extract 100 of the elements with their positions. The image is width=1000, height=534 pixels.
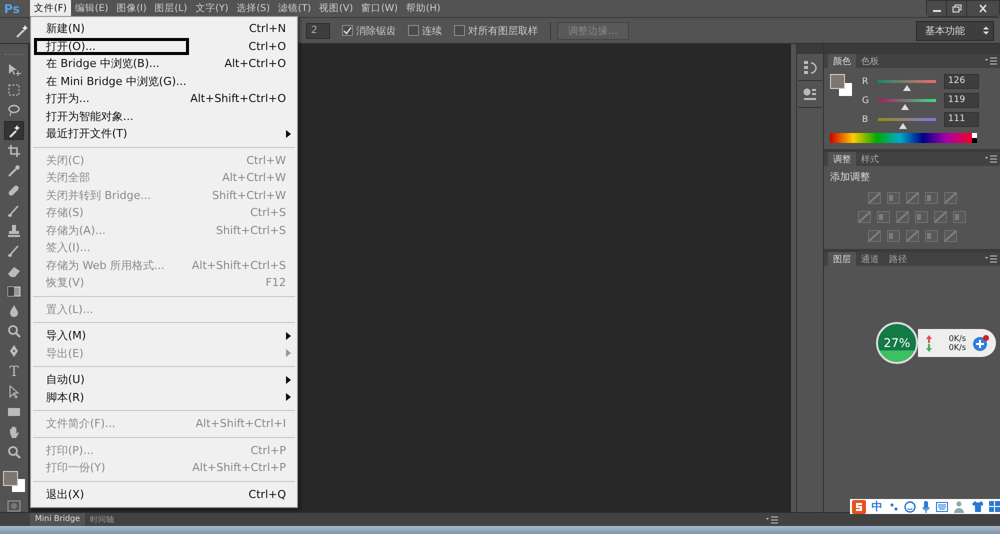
ime-logo-icon[interactable] <box>852 500 866 514</box>
panel-tab[interactable]: 图层 <box>828 252 856 266</box>
microphone-icon[interactable] <box>922 500 930 512</box>
color-swatches[interactable] <box>3 470 25 492</box>
checkbox-label: 消除锯齿 <box>356 24 396 38</box>
memory-gauge: 27% <box>876 322 918 364</box>
channel-label: B <box>862 114 870 124</box>
menu-item[interactable]: 滤镜(T) <box>274 0 316 17</box>
panel-tab[interactable]: 调整 <box>828 152 856 166</box>
menu-item[interactable]: 新建(N) Ctrl+N <box>31 20 297 38</box>
menu-item[interactable]: 图层(L) <box>150 0 192 17</box>
menu-item[interactable]: 选择(S) <box>232 0 274 17</box>
panel-tab[interactable]: 样式 <box>856 152 884 166</box>
network-speed-panel[interactable]: 0K/s 0K/s <box>918 329 996 357</box>
panel-tab[interactable]: 颜色 <box>828 54 856 68</box>
menu-item[interactable]: 最近打开文件(T) <box>31 125 297 142</box>
move-arrow-icon <box>7 63 21 78</box>
app-logo: Ps <box>4 2 21 16</box>
grid-icon[interactable] <box>989 501 1000 512</box>
panel-menu-icon[interactable] <box>766 516 778 524</box>
check-icon <box>343 26 352 35</box>
channel-value-field[interactable]: 111 <box>944 112 979 127</box>
magic-wand-icon[interactable] <box>14 22 30 38</box>
tool-button[interactable] <box>4 121 24 140</box>
checkbox[interactable] <box>342 25 353 36</box>
upload-arrow-icon <box>926 334 932 342</box>
quick-mask-icon[interactable] <box>7 500 21 512</box>
download-arrow-icon <box>926 344 932 352</box>
menu-item[interactable]: 窗口(W) <box>357 0 402 17</box>
brush-icon <box>7 244 21 258</box>
drop-icon <box>7 304 21 318</box>
marquee-icon <box>7 83 21 98</box>
menu-item[interactable]: 自动(U) <box>31 371 297 388</box>
close-button[interactable] <box>967 1 999 16</box>
up-down-arrow-icon <box>983 26 989 35</box>
tolerance-field[interactable]: 2 <box>306 22 330 38</box>
menu-item[interactable]: 打开(O)... Ctrl+O <box>31 38 297 55</box>
download-speed: 0K/s <box>948 343 966 352</box>
checkbox[interactable] <box>454 25 465 36</box>
menu-item[interactable]: 编辑(E) <box>70 0 112 17</box>
panel-tab[interactable]: 色板 <box>856 54 884 68</box>
menu-item[interactable]: 在 Mini Bridge 中浏览(G)... <box>31 72 297 90</box>
hand-icon <box>7 424 21 439</box>
zoom-icon <box>7 444 21 459</box>
menu-item[interactable]: 退出(X) Ctrl+Q <box>31 486 297 503</box>
crop-icon <box>7 144 21 158</box>
color-swatches[interactable] <box>830 74 852 96</box>
shirt-icon[interactable] <box>972 501 984 512</box>
punctuation-icon[interactable] <box>888 502 898 512</box>
panel-heading: 添加调整 <box>829 170 871 185</box>
menu-item[interactable]: 导入(M) <box>31 327 297 344</box>
channel-value-field[interactable]: 126 <box>944 74 979 89</box>
add-icon[interactable] <box>972 334 990 352</box>
eraser-icon <box>7 264 21 278</box>
slider-thumb[interactable] <box>901 104 910 110</box>
checkbox[interactable] <box>408 25 419 36</box>
tool-button[interactable]: T <box>4 362 24 381</box>
channel-label: G <box>862 96 870 106</box>
pointer-icon <box>7 384 21 399</box>
lasso-icon <box>7 103 21 118</box>
panel-menu-icon[interactable] <box>985 155 997 163</box>
restore-icon <box>952 4 962 13</box>
keyboard-icon[interactable] <box>936 502 948 512</box>
ime-mode-toggle[interactable]: 中 <box>872 499 883 514</box>
panel-tab[interactable]: 通道 <box>856 252 884 266</box>
user-icon[interactable] <box>954 500 966 512</box>
menu-item[interactable]: 帮助(H) <box>402 0 444 17</box>
menu-item[interactable]: 打开为... Alt+Shift+Ctrl+O <box>31 90 297 108</box>
color-spectrum-bar[interactable] <box>830 133 977 143</box>
slider-thumb[interactable] <box>902 85 911 91</box>
gradient-icon <box>7 284 21 298</box>
channel-value-field[interactable]: 119 <box>944 93 979 108</box>
stamp-icon <box>7 224 21 238</box>
upload-speed: 0K/s <box>948 334 966 343</box>
panel-tab[interactable]: 路径 <box>884 252 912 266</box>
checkbox-label: 对所有图层取样 <box>468 24 538 38</box>
panel-menu-icon[interactable] <box>985 57 997 65</box>
brush-icon <box>7 204 21 218</box>
menu-item[interactable]: 在 Bridge 中浏览(B)... Alt+Ctrl+O <box>31 55 297 72</box>
channel-label: R <box>862 76 870 86</box>
panel-tab[interactable]: Mini Bridge <box>30 513 86 526</box>
panel-menu-icon[interactable] <box>985 255 997 263</box>
restore-button[interactable] <box>947 1 967 16</box>
magic-wand-icon <box>7 124 21 138</box>
menu-item[interactable]: 文字(Y) <box>191 0 232 17</box>
minimize-button[interactable] <box>927 1 947 16</box>
panel-tab[interactable]: 时间轴 <box>85 513 120 526</box>
checkbox-label: 连续 <box>422 24 442 38</box>
eyedropper-icon <box>7 164 21 178</box>
menu-item[interactable]: 脚本(R) <box>31 388 297 406</box>
menu-item[interactable]: 打开为智能对象... <box>31 108 297 125</box>
smiley-icon[interactable] <box>904 500 916 512</box>
zoom-icon <box>7 324 21 338</box>
pen-icon <box>7 344 21 358</box>
slider-thumb[interactable] <box>899 123 908 129</box>
menu-item[interactable]: 文件(F) <box>30 0 71 17</box>
close-icon <box>978 4 988 13</box>
menu-item[interactable]: 图像(I) <box>112 0 151 17</box>
workspace-dropdown[interactable]: 基本功能 <box>916 20 994 40</box>
menu-item[interactable]: 视图(V) <box>315 0 358 17</box>
